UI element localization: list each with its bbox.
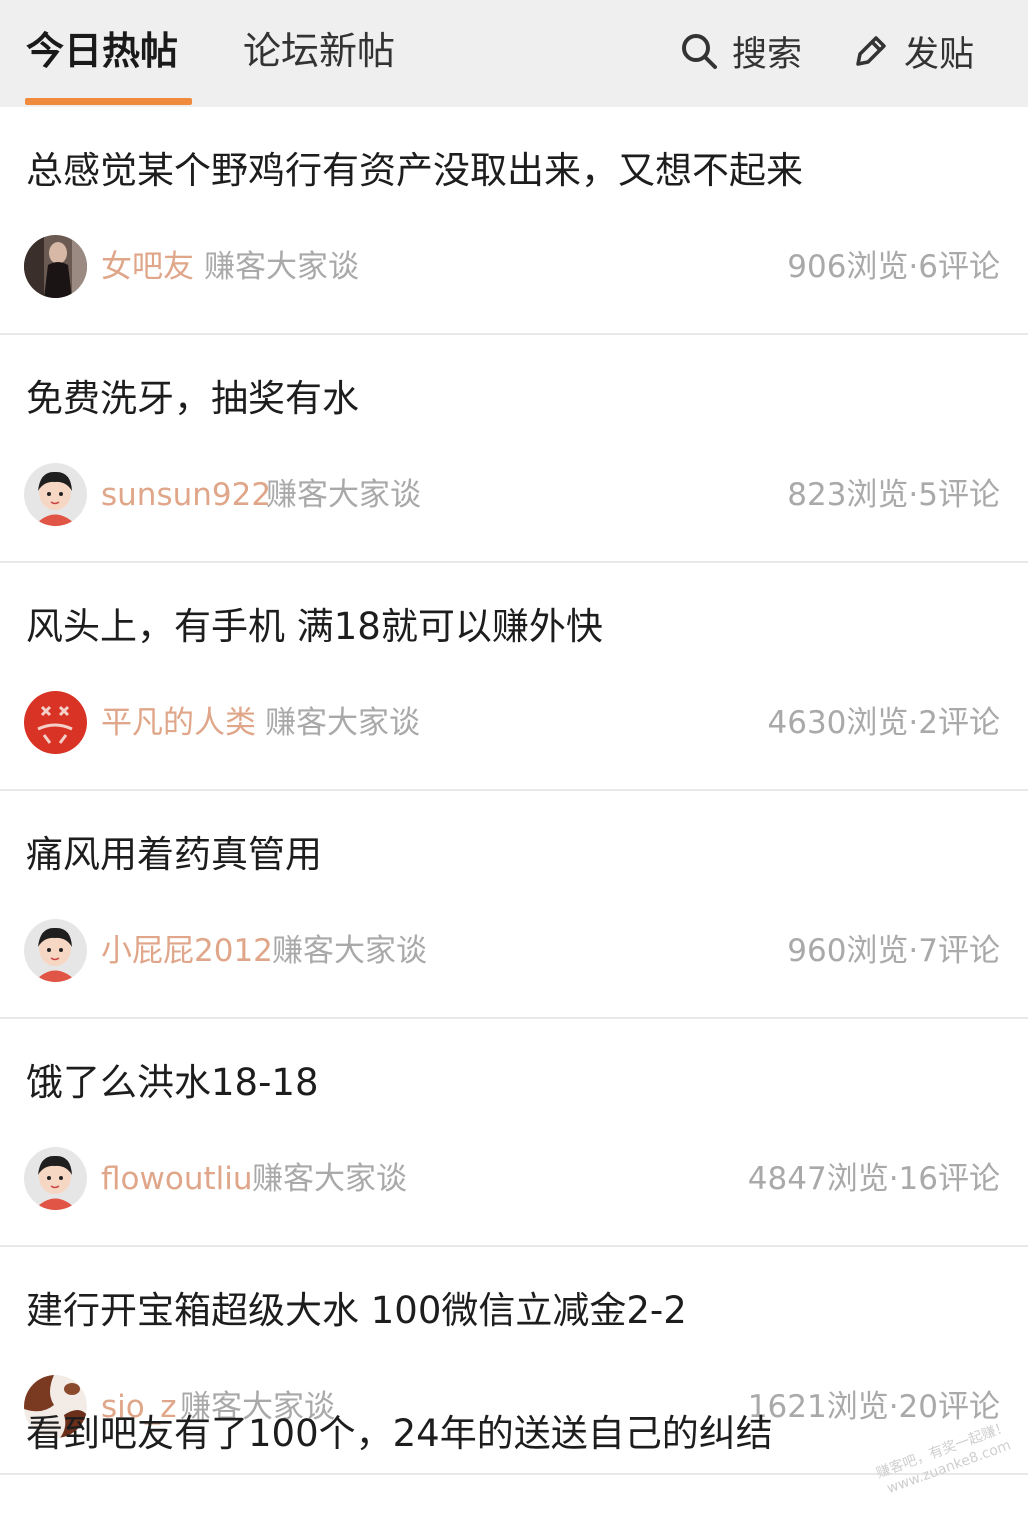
- post-meta: 小屁屁2012 赚客大家谈 960浏览·7评论: [24, 919, 1004, 983]
- post-item[interactable]: 饿了么洪水18-18 flowoutliu 赚客大家谈 4847浏览·16评论: [0, 1019, 1028, 1247]
- post-title[interactable]: 免费洗牙，抽奖有水: [26, 373, 359, 425]
- avatar[interactable]: [24, 919, 87, 982]
- post-title[interactable]: 建行开宝箱超级大水 100微信立减金2-2: [26, 1285, 687, 1337]
- post-stats: 906浏览·6评论: [787, 249, 1000, 285]
- post-meta: sunsun922 赚客大家谈 823浏览·5评论: [24, 463, 1004, 527]
- forum-name[interactable]: 赚客大家谈: [265, 701, 420, 745]
- post-meta: 女吧友 赚客大家谈 906浏览·6评论: [24, 235, 1004, 299]
- author-name[interactable]: 女吧友: [101, 245, 194, 289]
- search-label: 搜索: [732, 34, 803, 75]
- post-stats: 960浏览·7评论: [787, 933, 1000, 969]
- avatar[interactable]: [24, 463, 87, 526]
- tab-forum-new[interactable]: 论坛新帖: [243, 26, 395, 76]
- post-item[interactable]: 总感觉某个野鸡行有资产没取出来，又想不起来 女吧友 赚客大家谈 906浏览·6评…: [0, 107, 1028, 335]
- edit-pencil-icon: [856, 36, 886, 66]
- post-title[interactable]: 风头上，有手机 满18就可以赚外快: [26, 601, 603, 653]
- new-post-button[interactable]: 发贴: [852, 26, 974, 76]
- post-title[interactable]: 饿了么洪水18-18: [26, 1057, 319, 1109]
- author-name[interactable]: sunsun922: [101, 473, 271, 517]
- search-button[interactable]: 搜索: [680, 26, 802, 76]
- post-item[interactable]: 风头上，有手机 满18就可以赚外快 平凡的人类 赚客大家谈 4630浏览·2评论: [0, 563, 1028, 791]
- avatar[interactable]: [24, 691, 87, 754]
- post-item[interactable]: 免费洗牙，抽奖有水 sunsun922 赚客大家谈 823浏览·5评论: [0, 335, 1028, 563]
- post-title[interactable]: 总感觉某个野鸡行有资产没取出来，又想不起来: [26, 145, 803, 197]
- search-icon: [682, 34, 717, 69]
- active-tab-indicator: [25, 98, 192, 105]
- forum-name[interactable]: 赚客大家谈: [266, 473, 421, 517]
- post-list: 总感觉某个野鸡行有资产没取出来，又想不起来 女吧友 赚客大家谈 906浏览·6评…: [0, 107, 1028, 1475]
- post-stats: 823浏览·5评论: [787, 477, 1000, 513]
- tab-today-hot[interactable]: 今日热帖: [26, 26, 178, 76]
- author-name[interactable]: flowoutliu: [101, 1157, 253, 1201]
- post-title[interactable]: 痛风用着药真管用: [26, 829, 322, 881]
- author-name[interactable]: 小屁屁2012: [101, 929, 273, 973]
- post-stats: 4630浏览·2评论: [767, 705, 1000, 741]
- top-nav-bar: 今日热帖 论坛新帖 搜索 发贴: [0, 0, 1028, 107]
- forum-name[interactable]: 赚客大家谈: [272, 929, 427, 973]
- new-post-label: 发贴: [904, 34, 975, 75]
- post-stats: 1621浏览·20评论: [747, 1389, 1000, 1425]
- post-item[interactable]: 痛风用着药真管用 小屁屁2012 赚客大家谈 960浏览·7评论: [0, 791, 1028, 1019]
- avatar[interactable]: [24, 1147, 87, 1210]
- post-title-partial[interactable]: 看到吧友有了100个，24年的送送自己的纠结: [26, 1408, 773, 1460]
- author-name[interactable]: 平凡的人类: [101, 701, 256, 745]
- post-meta: 平凡的人类 赚客大家谈 4630浏览·2评论: [24, 691, 1004, 755]
- avatar[interactable]: [24, 235, 87, 298]
- post-meta: flowoutliu 赚客大家谈 4847浏览·16评论: [24, 1147, 1004, 1211]
- forum-name[interactable]: 赚客大家谈: [252, 1157, 407, 1201]
- post-stats: 4847浏览·16评论: [747, 1161, 1000, 1197]
- forum-name[interactable]: 赚客大家谈: [204, 245, 359, 289]
